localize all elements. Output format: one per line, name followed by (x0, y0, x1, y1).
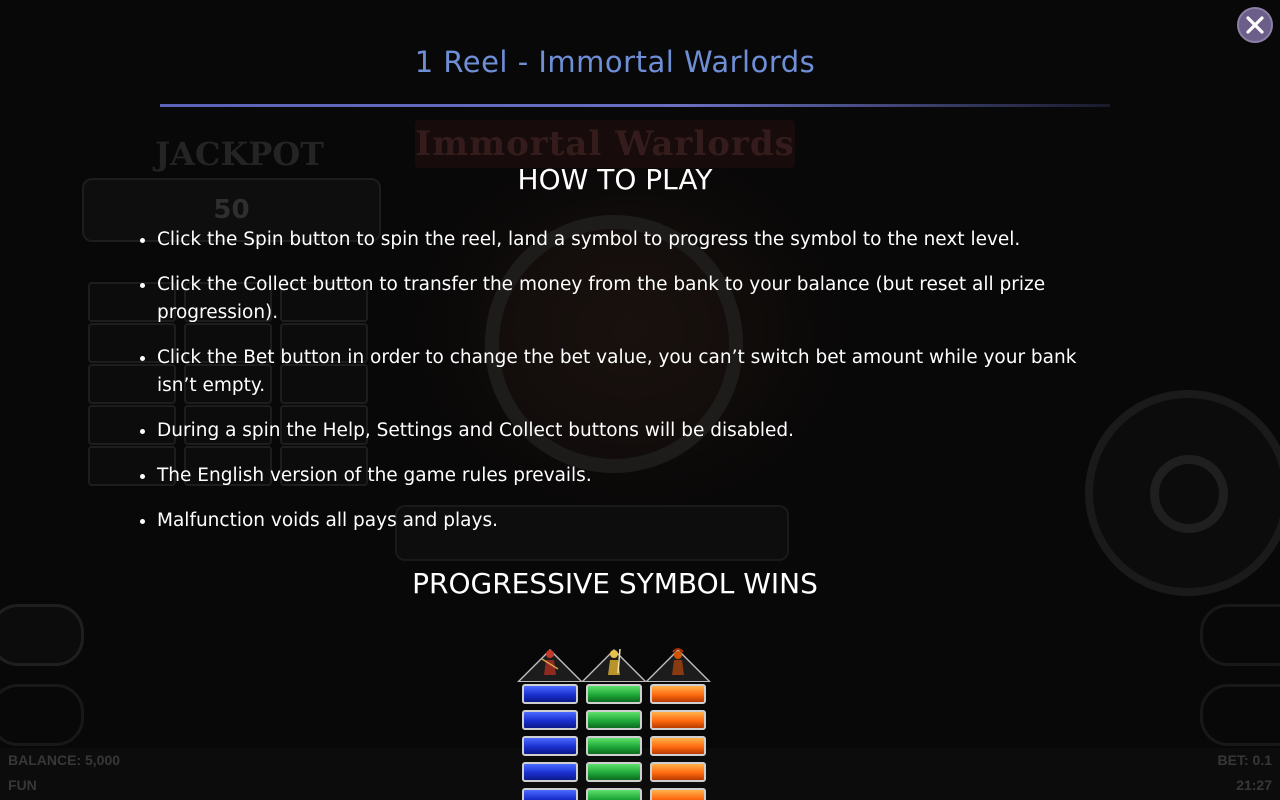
warlord-red-icon (541, 650, 559, 675)
background-spin-icon (1150, 455, 1228, 533)
background-sound-button (0, 604, 84, 666)
background-home-button (0, 684, 84, 746)
rule-item: Click the Spin button to spin the reel, … (157, 226, 1102, 254)
background-collect-button (1200, 604, 1280, 666)
rule-item: Click the Collect button to transfer the… (157, 271, 1102, 327)
progression-column-orange (645, 645, 711, 800)
rules-list: Click the Spin button to spin the reel, … (135, 226, 1102, 552)
balance-text: BALANCE: 5,000 (8, 752, 121, 768)
background-spin-button (1085, 390, 1280, 596)
rule-item: Click the Bet button in order to change … (157, 344, 1102, 400)
background-bet-button (1200, 684, 1280, 746)
warlord-orange-icon (672, 648, 684, 675)
progression-table (517, 645, 711, 800)
rule-item: Malfunction voids all pays and plays. (157, 507, 1102, 535)
bet-text: BET: 0.1 (1217, 752, 1272, 768)
help-screen: Immortal Warlords JACKPOT 50 BALANCE: 5,… (0, 0, 1280, 800)
title-divider (160, 104, 1110, 107)
progression-column-blue (517, 645, 583, 800)
rule-item: The English version of the game rules pr… (157, 462, 1102, 490)
close-button[interactable] (1237, 7, 1273, 43)
mode-text: FUN (8, 777, 37, 793)
progression-column-green (581, 645, 647, 800)
how-to-play-heading: HOW TO PLAY (517, 163, 713, 196)
progressive-wins-heading: PROGRESSIVE SYMBOL WINS (412, 567, 818, 600)
clock-text: 21:27 (1236, 777, 1272, 793)
rule-item: During a spin the Help, Settings and Col… (157, 417, 1102, 445)
background-game-title: Immortal Warlords (415, 120, 795, 168)
close-icon (1246, 16, 1264, 34)
warlord-gold-icon (608, 648, 621, 675)
help-title: 1 Reel - Immortal Warlords (414, 45, 816, 79)
